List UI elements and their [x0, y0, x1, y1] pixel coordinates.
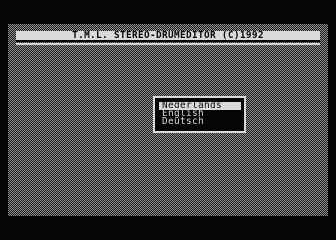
screen: T.M.L. STEREO-DRUMEDITOR (C)1992 Nederla…	[0, 0, 336, 240]
language-menu: Nederlands English Deutsch	[153, 96, 246, 133]
title-divider	[16, 43, 320, 45]
language-option-deutsch[interactable]: Deutsch	[159, 117, 241, 126]
title-bar: T.M.L. STEREO-DRUMEDITOR (C)1992	[16, 31, 320, 42]
app-title: T.M.L. STEREO-DRUMEDITOR (C)1992	[72, 30, 264, 41]
